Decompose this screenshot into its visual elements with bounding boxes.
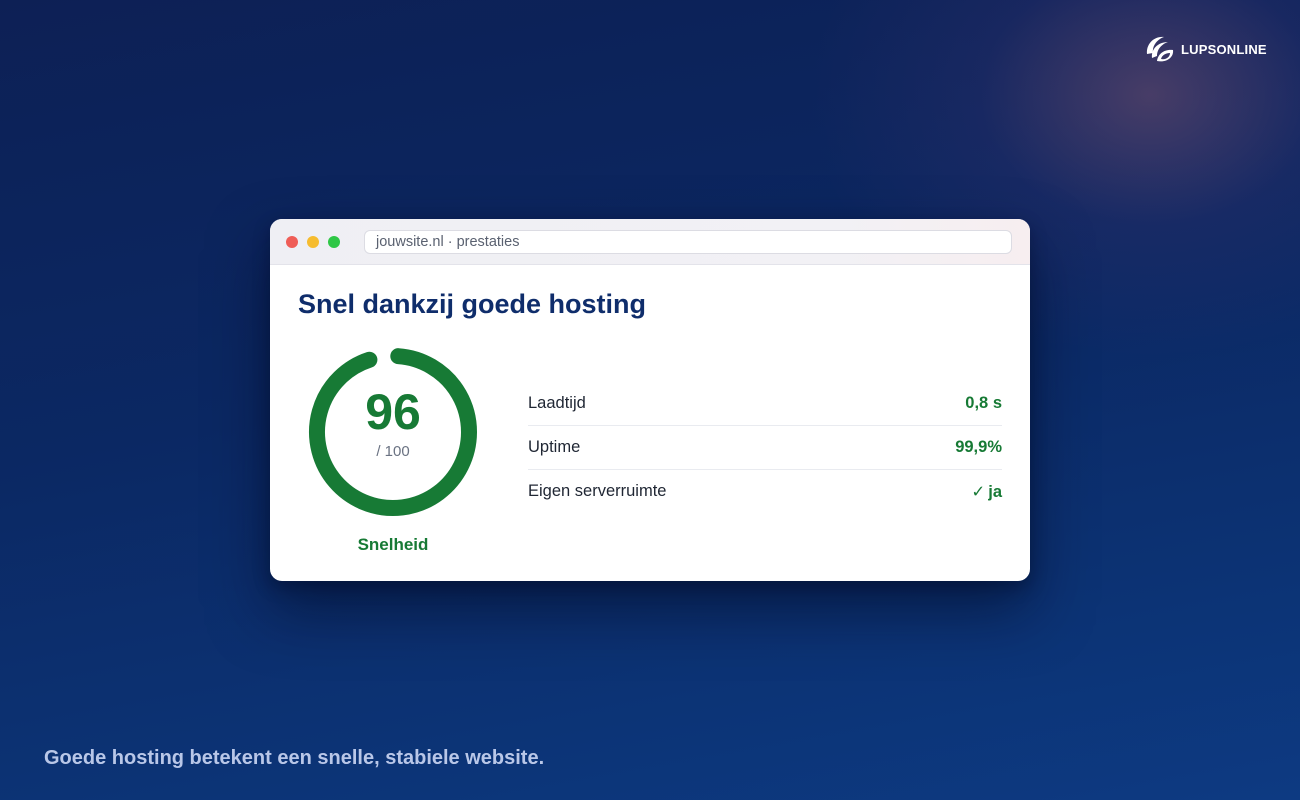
metric-value: 99,9% xyxy=(955,438,1002,456)
metric-label: Laadtijd xyxy=(528,394,586,412)
browser-window: jouwsite.nl · prestaties Snel dankzij go… xyxy=(270,219,1030,581)
metric-label: Eigen serverruimte xyxy=(528,482,667,500)
metric-row-laadtijd: Laadtijd 0,8 s xyxy=(528,382,1002,426)
metric-row-serverruimte: Eigen serverruimte ✓ ja xyxy=(528,470,1002,513)
brand-logo[interactable]: LUPSONLINE xyxy=(1144,34,1267,64)
tagline: Goede hosting betekent een snelle, stabi… xyxy=(44,747,545,769)
card-content: Snel dankzij goede hosting 96 / 100 Snel… xyxy=(270,265,1030,581)
metric-row-uptime: Uptime 99,9% xyxy=(528,426,1002,470)
metric-value: ja xyxy=(988,482,1002,501)
metric-value: 0,8 s xyxy=(965,394,1002,412)
brand-name: LUPSONLINE xyxy=(1181,41,1267,57)
window-close-button[interactable] xyxy=(286,236,298,248)
window-minimize-button[interactable] xyxy=(307,236,319,248)
page-title: Snel dankzij goede hosting xyxy=(298,289,647,319)
metric-label: Uptime xyxy=(528,438,581,456)
check-icon: ✓ xyxy=(971,481,986,501)
browser-titlebar: jouwsite.nl · prestaties xyxy=(270,219,1030,265)
metrics-list: Laadtijd 0,8 s Uptime 99,9% Eigen server… xyxy=(528,382,1002,513)
lupsonline-logo-icon xyxy=(1146,36,1174,62)
speed-gauge: 96 / 100 xyxy=(308,347,478,517)
gauge-label: Snelheid xyxy=(357,535,429,554)
metric-value-wrapper: ✓ ja xyxy=(971,482,1002,502)
window-maximize-button[interactable] xyxy=(328,236,340,248)
gauge-score: 96 xyxy=(365,384,421,440)
gauge-max: / 100 xyxy=(376,443,410,460)
url-bar[interactable]: jouwsite.nl · prestaties xyxy=(364,230,1012,254)
